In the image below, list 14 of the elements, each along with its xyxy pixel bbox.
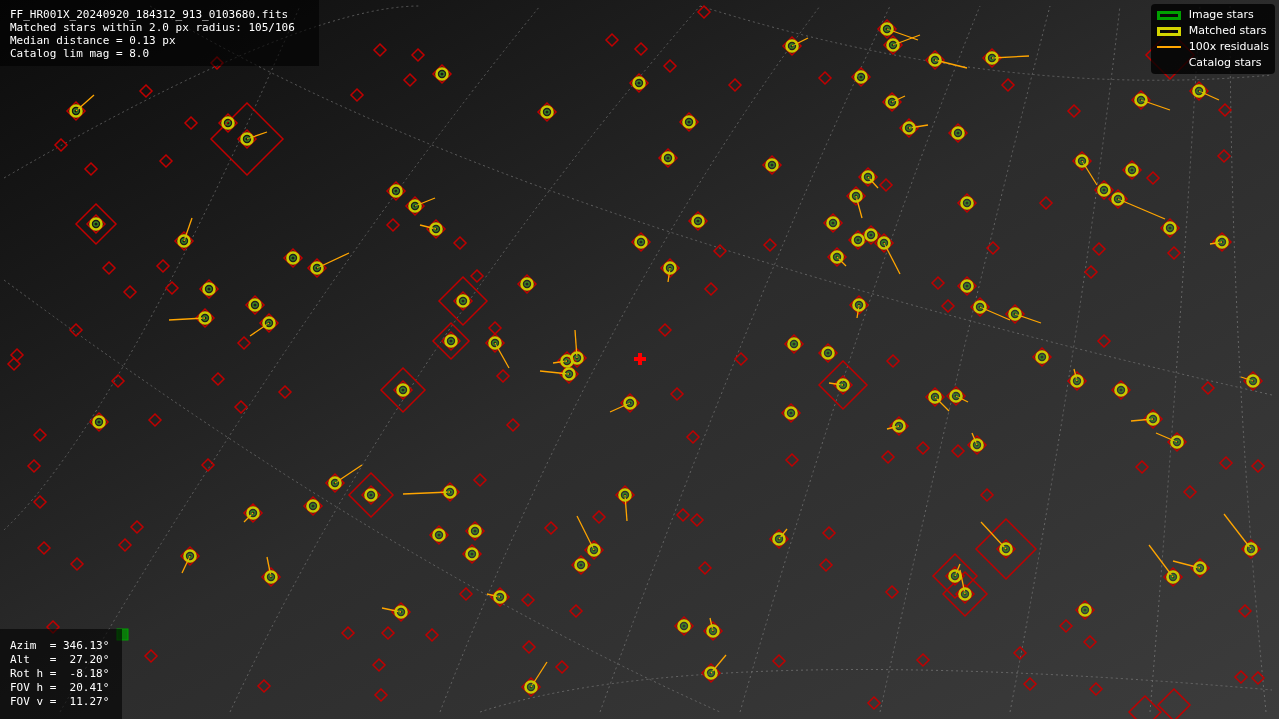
legend-label: Matched stars bbox=[1188, 22, 1267, 39]
pointing-text: FOV v = 11.27° bbox=[10, 695, 111, 709]
pointing-text: Rot h = -8.18° bbox=[10, 667, 111, 681]
pointing-text: Alt = 27.20° bbox=[10, 653, 111, 667]
info-text: Median distance = 0.13 px bbox=[10, 34, 177, 47]
center-cross-icon bbox=[634, 353, 646, 365]
pointing-text: FOV h = 20.41° bbox=[10, 681, 111, 695]
info-text: FF_HR001X_20240920_184312_913_0103680.fits bbox=[10, 8, 290, 21]
legend-label: 100x residuals bbox=[1188, 38, 1269, 55]
info-text: Catalog lim mag = 8.0 bbox=[10, 47, 151, 60]
legend-label: Catalog stars bbox=[1188, 54, 1262, 71]
info-text: Matched stars within 2.0 px radius: 105/106 bbox=[10, 21, 296, 34]
legend-label: Image stars bbox=[1188, 6, 1254, 23]
pointing-text: Azim = 346.13° bbox=[10, 639, 111, 653]
